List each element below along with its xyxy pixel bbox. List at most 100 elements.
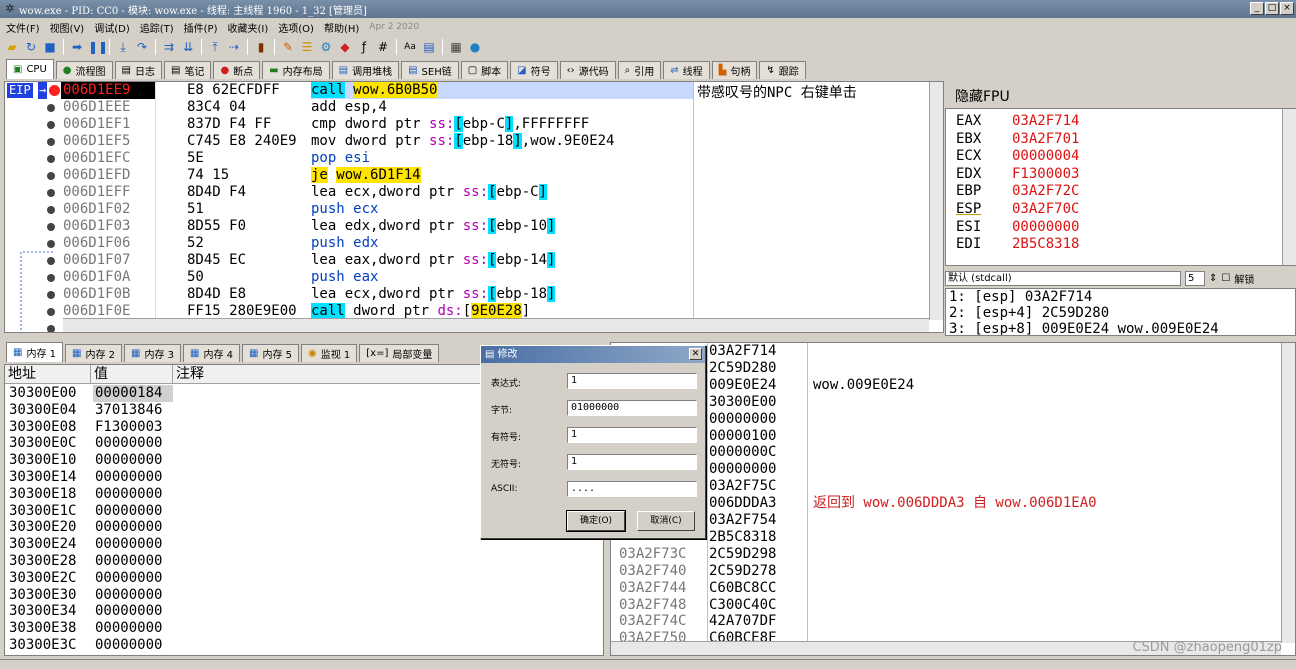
- tab-dump-1[interactable]: ▦ 内存 1: [6, 342, 63, 362]
- breakpoint-bullet-icon[interactable]: [47, 121, 55, 129]
- dump-value[interactable]: 00000000: [93, 452, 173, 469]
- breakpoint-bullet-icon[interactable]: [47, 155, 55, 163]
- disasm-row[interactable]: 006D1EF5 C745 E8 240E9 mov dword ptr ss:[e…: [5, 133, 943, 150]
- tab-graph[interactable]: ● 流程图: [55, 61, 113, 79]
- dump-value[interactable]: 00000000: [93, 503, 173, 520]
- disasm-row[interactable]: EIP → 006D1EE9 E8 62ECFDFF call wow.6B0B50: [5, 82, 943, 99]
- breakpoint-bullet-icon[interactable]: [47, 240, 55, 248]
- disasm-row[interactable]: 006D1EFC 5E pop esi: [5, 150, 943, 167]
- ascii-field[interactable]: ....: [567, 481, 697, 497]
- scylla-icon[interactable]: ▮: [253, 39, 269, 55]
- menu-favourites[interactable]: 收藏夹(I): [228, 20, 269, 35]
- stack-value[interactable]: 00000000: [709, 461, 809, 478]
- signed-field[interactable]: 1: [567, 427, 697, 443]
- menu-options[interactable]: 选项(O): [278, 20, 314, 35]
- run-icon[interactable]: ➡: [69, 39, 85, 55]
- dump-value[interactable]: 00000000: [93, 620, 173, 637]
- register-row[interactable]: EDX F1300003: [956, 166, 1079, 183]
- stack-value[interactable]: 2C59D298: [709, 546, 809, 563]
- tab-locals[interactable]: [x=] 局部变量: [359, 344, 440, 362]
- breakpoint-bullet-icon[interactable]: [47, 172, 55, 180]
- dump-value[interactable]: 00000000: [93, 435, 173, 452]
- strings-icon[interactable]: Aa: [402, 39, 418, 55]
- close-button[interactable]: ×: [1280, 2, 1294, 15]
- arg-count-field[interactable]: 5: [1185, 270, 1205, 286]
- tab-seh[interactable]: ▤ SEH链: [401, 61, 459, 79]
- register-row[interactable]: EBX 03A2F701: [956, 131, 1079, 148]
- cancel-button[interactable]: 取消(C): [637, 511, 695, 531]
- stack-vertical-scrollbar[interactable]: [1281, 343, 1295, 643]
- register-value[interactable]: 00000000: [1012, 219, 1079, 235]
- dialog-close-button[interactable]: ✕: [689, 348, 702, 360]
- expression-field[interactable]: 1: [567, 373, 697, 389]
- arguments-view[interactable]: 1: [esp] 03A2F714 2: [esp+4] 2C59D280 3:…: [945, 288, 1296, 336]
- dump-value[interactable]: 00000000: [93, 587, 173, 604]
- labels-icon[interactable]: ⚙: [318, 39, 334, 55]
- register-view[interactable]: EAX 03A2F714 EBX 03A2F701 ECX 00000004 EDX F130…: [945, 108, 1296, 266]
- register-row[interactable]: EBP 03A2F72C: [956, 183, 1079, 200]
- tab-breakpoints[interactable]: ● 断点: [213, 61, 261, 79]
- disasm-row[interactable]: 006D1F02 51 push ecx: [5, 201, 943, 218]
- register-value[interactable]: 03A2F714: [1012, 113, 1079, 129]
- stack-value[interactable]: 2C59D278: [709, 563, 809, 580]
- trace-into-icon[interactable]: ⇉: [161, 39, 177, 55]
- stack-view[interactable]: 03A2F714 2C59D280 009E0E24 wow.009E0E24 3030…: [610, 342, 1296, 656]
- register-value[interactable]: 03A2F70C: [1012, 201, 1079, 217]
- stack-value[interactable]: 0000000C: [709, 444, 809, 461]
- breakpoint-bullet-icon[interactable]: [47, 189, 55, 197]
- patch-icon[interactable]: ✎: [280, 39, 296, 55]
- dump-value[interactable]: 00000000: [93, 603, 173, 620]
- run-to-user-code-icon[interactable]: ⇢: [226, 39, 242, 55]
- dump-value[interactable]: 00000000: [93, 553, 173, 570]
- pause-icon[interactable]: ❚❚: [88, 39, 108, 55]
- menu-plugins[interactable]: 插件(P): [184, 20, 218, 35]
- comments-icon[interactable]: ☰: [299, 39, 315, 55]
- dump-value[interactable]: 00000000: [93, 570, 173, 587]
- dump-value[interactable]: F1300003: [93, 419, 173, 436]
- stack-value[interactable]: 03A2F754: [709, 512, 809, 529]
- dump-value[interactable]: 37013846: [93, 402, 173, 419]
- spin-icon[interactable]: ⇕: [1209, 273, 1217, 284]
- stack-value[interactable]: 03A2F75C: [709, 478, 809, 495]
- ok-button[interactable]: 确定(O): [566, 510, 626, 532]
- dump-value[interactable]: 00000000: [93, 654, 173, 655]
- dump-value[interactable]: 00000000: [93, 486, 173, 503]
- register-value[interactable]: 2B5C8318: [1012, 236, 1079, 252]
- breakpoint-bullet-icon[interactable]: [47, 138, 55, 146]
- stack-value[interactable]: 2B5C8318: [709, 529, 809, 546]
- stack-value[interactable]: 00000000: [709, 411, 809, 428]
- dump-value[interactable]: 00000000: [93, 469, 173, 486]
- breakpoint-bullet-icon[interactable]: [47, 206, 55, 214]
- tab-trace[interactable]: ↯ 跟踪: [759, 61, 806, 79]
- calculator-icon[interactable]: ▦: [448, 39, 464, 55]
- stack-value[interactable]: 006DDDA3: [709, 495, 809, 512]
- breakpoint-bullet-icon[interactable]: [47, 104, 55, 112]
- register-value[interactable]: F1300003: [1012, 166, 1079, 182]
- stack-value[interactable]: 42A707DF: [709, 613, 809, 630]
- tab-cpu[interactable]: ▣ CPU: [6, 59, 54, 79]
- bookmark-icon[interactable]: ◆: [337, 39, 353, 55]
- column-header-value[interactable]: 值: [91, 365, 173, 384]
- stack-value[interactable]: 2C59D280: [709, 360, 809, 377]
- calls-icon[interactable]: ▤: [421, 39, 437, 55]
- dump-value[interactable]: 00000000: [93, 519, 173, 536]
- tab-symbols[interactable]: ◪ 符号: [510, 61, 558, 79]
- disasm-row[interactable]: 006D1F07 8D45 EC lea eax,dword ptr ss:[ebp…: [5, 252, 943, 269]
- step-into-icon[interactable]: ⤓: [115, 39, 131, 55]
- stack-value[interactable]: C60BC8CC: [709, 580, 809, 597]
- register-value[interactable]: 03A2F72C: [1012, 183, 1079, 199]
- unsigned-field[interactable]: 1: [567, 454, 697, 470]
- fpu-toggle[interactable]: 隐藏FPU: [947, 83, 1296, 107]
- calling-convention-select[interactable]: 默认 (stdcall): [945, 270, 1181, 286]
- help-icon[interactable]: ●: [467, 39, 483, 55]
- stack-value[interactable]: 30300E00: [709, 394, 809, 411]
- function-icon[interactable]: ƒ: [356, 39, 372, 55]
- tab-handles[interactable]: ▙ 句柄: [711, 61, 758, 79]
- stack-value[interactable]: 009E0E24: [709, 377, 809, 394]
- register-row[interactable]: EDI 2B5C8318: [956, 236, 1079, 253]
- tab-watch-1[interactable]: ◉ 监视 1: [301, 344, 358, 362]
- disasm-horizontal-scrollbar[interactable]: [63, 318, 929, 332]
- stack-value[interactable]: 00000100: [709, 428, 809, 445]
- disassembly-view[interactable]: 带感叹号的NPC 右键单击 EIP → 006D1EE9 E8 62ECFDFF cal…: [4, 81, 944, 333]
- variables-icon[interactable]: #: [375, 39, 391, 55]
